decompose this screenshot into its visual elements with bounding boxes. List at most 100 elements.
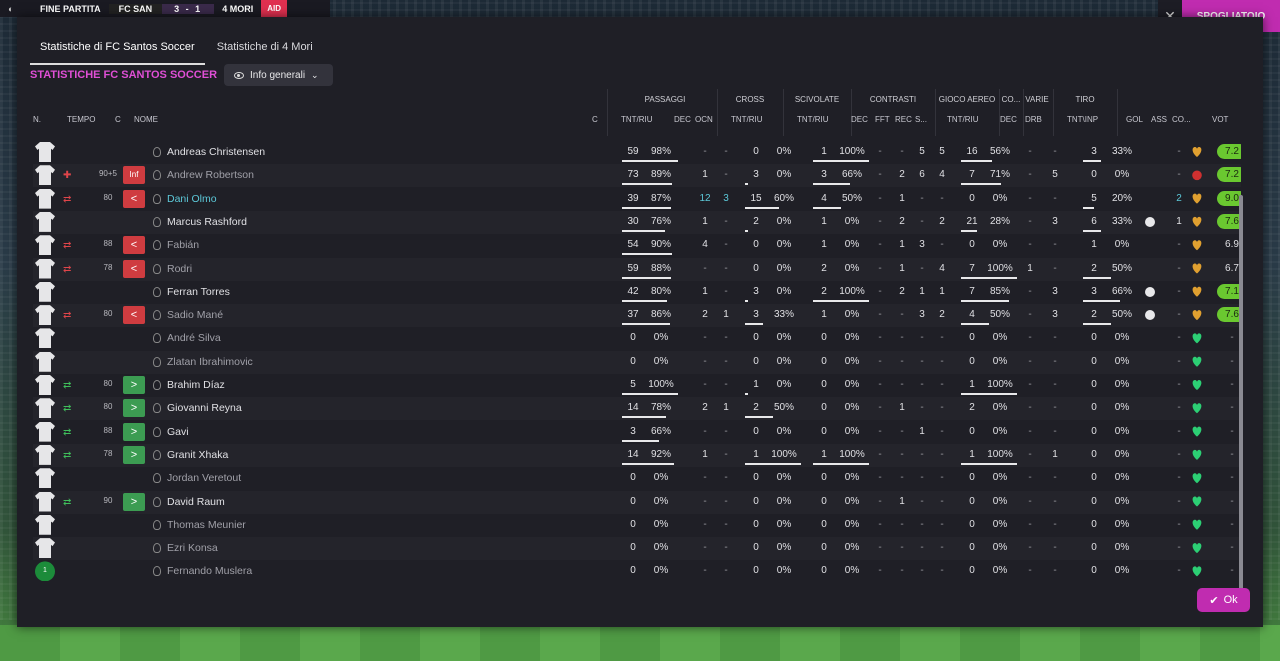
shirt-icon [35, 165, 55, 186]
table-row[interactable]: Ezri Konsa 0 0% - - 0 0% 0 0% - - - - 0 0% - - 0 0% - - [33, 537, 1241, 561]
chevron-right-icon[interactable]: > [123, 492, 145, 511]
column-header[interactable]: TNT/RIU [621, 115, 653, 124]
column-header[interactable]: TNT/RIU [947, 115, 979, 124]
stat-assists: - [1177, 146, 1181, 157]
player-name[interactable]: Ezri Konsa [167, 542, 218, 554]
player-name[interactable]: Zlatan Ibrahimovic [167, 356, 253, 368]
sub-out-icon: ⇄ [63, 310, 72, 322]
player-name[interactable]: Andrew Robertson [167, 169, 254, 181]
column-header[interactable]: CO... [1172, 115, 1191, 124]
stat-pas-pct: 0% [653, 355, 669, 367]
column-header[interactable]: DEC [674, 115, 691, 124]
table-row[interactable]: ⇄ 90 > David Raum 0 0% - - 0 0% 0 0% - 1 - - 0 0% - - 0 0% - - [33, 490, 1241, 514]
column-header[interactable]: N. [33, 115, 41, 124]
table-row[interactable]: ⇄ 80 < Dani Olmo 39 87% 12 3 15 60% 4 50% - 1 - - 0 0% - - 5… [33, 188, 1241, 211]
player-name[interactable]: David Raum [167, 496, 225, 508]
sciv-success-bar [813, 183, 850, 186]
table-row[interactable]: André Silva 0 0% - - 0 0% 0 0% - - - - 0 0% - - 0 0% - - [33, 327, 1241, 350]
table-row[interactable]: ⇄ 80 < Sadio Mané 37 86% 2 1 3 33% 1 0% - - 3 2 4 50% - 3 2 5… [33, 304, 1241, 328]
stat-pass-ocn: - [724, 285, 728, 297]
column-header[interactable]: VOT [1212, 115, 1228, 124]
player-name[interactable]: Andreas Christensen [167, 146, 265, 158]
column-header[interactable]: NOME [134, 115, 158, 124]
column-header[interactable]: GOL [1126, 115, 1143, 124]
shirt-icon [35, 514, 55, 535]
table-row[interactable]: 1 Fernando Muslera 0 0% - - 0 0% 0 0% - - - - 0 0% - - 0 0%… [33, 560, 1241, 581]
player-name[interactable]: Fabián [167, 239, 199, 251]
stat-tackle-rec: - [920, 448, 924, 460]
table-row[interactable]: Ferran Torres 42 80% 1 - 3 0% 2 100% - 2 1 1 7 85% - 3 3 6… [33, 281, 1241, 304]
table-row[interactable]: Zlatan Ibrahimovic 0 0% - - 0 0% 0 0% - - - - 0 0% - - 0 0… [33, 350, 1241, 374]
table-row[interactable]: ⇄ 78 > Granit Xhaka 14 92% 1-1 100% 1 100% - - - -1 10… [33, 443, 1241, 467]
column-header[interactable]: REC [895, 115, 912, 124]
sub-in-icon: ⇄ [63, 449, 72, 461]
player-name[interactable]: Granit Xhaka [167, 449, 228, 461]
player-name[interactable]: Dani Olmo [167, 193, 217, 205]
column-header[interactable]: TNT\INP [1067, 115, 1098, 124]
injury-badge[interactable]: Inf [123, 166, 145, 185]
table-row[interactable]: Marcus Rashford 30 76% 1 - 2 0% 1 0% - 2 - 2 21 28% - 3 6… [33, 210, 1241, 234]
stat-assists: - [1177, 355, 1181, 367]
table-row[interactable]: ✚ 90+5 Inf Andrew Robertson 73 89% 1 - 3 0% 3 66% - 2… [33, 164, 1241, 188]
column-header[interactable]: TEMPO [67, 115, 95, 124]
stat-aerial-pct: 100% [987, 448, 1013, 460]
player-name[interactable]: Fernando Muslera [167, 565, 252, 577]
table-row[interactable]: ⇄ 78 < Rodri 59 88% - - 0 0% 2 0% - 1 - 4 7 100% 1 - 2 50% - 6.… [33, 257, 1241, 281]
column-header[interactable]: TNT/RIU [731, 115, 763, 124]
stat-pass-dec: 1 [702, 215, 708, 227]
table-row[interactable]: ⇄ 88 > Gavi 3 66% - - 0 0% 0 0% - - 1 - 0 0% - - 0 0% - - [33, 421, 1241, 444]
player-name[interactable]: Giovanni Reyna [167, 402, 242, 414]
column-header[interactable]: S... [915, 115, 927, 124]
player-name[interactable]: Rodri [167, 263, 192, 275]
column-header[interactable]: FFT [875, 115, 890, 124]
stat-aerial-tnt: 0 [969, 495, 975, 507]
stat-tackle-dec: - [878, 448, 882, 460]
stat-pas-pct: 86% [650, 309, 671, 321]
stat-co-dec: - [1028, 332, 1032, 344]
player-name[interactable]: Thomas Meunier [167, 519, 246, 531]
table-row[interactable]: Jordan Veretout 0 0% - - 0 0% 0 0% - - - - 0 0% - - 0 0% - - [33, 467, 1241, 490]
table-row[interactable]: ⇄ 80 > Brahim Díaz 5 100% - - 1 0% 0 0% - - - - 1 100% - - 0… [33, 374, 1241, 397]
stat-pas-tnt: 0 [630, 355, 636, 367]
player-rating: - [1230, 332, 1234, 344]
ok-button[interactable]: ✔ Ok [1197, 588, 1250, 612]
column-header[interactable]: C [592, 115, 598, 124]
column-header[interactable]: DEC [1000, 115, 1017, 124]
stat-assists: - [1177, 565, 1181, 577]
column-header[interactable]: C [115, 115, 121, 124]
player-name[interactable]: Marcus Rashford [167, 216, 247, 228]
cross-success-bar [745, 416, 773, 419]
player-name[interactable]: Ferran Torres [167, 286, 230, 298]
table-row[interactable]: Thomas Meunier 0 0% - - 0 0% 0 0% - - - - 0 0% - - 0 0% - - [33, 514, 1241, 537]
chevron-right-icon[interactable]: > [123, 376, 145, 394]
player-name[interactable]: Jordan Veretout [167, 472, 241, 484]
view-select[interactable]: Info generali ⌄ [224, 64, 333, 86]
chevron-left-icon[interactable]: < [123, 236, 145, 255]
tab-away-stats[interactable]: Statistiche di 4 Mori [207, 35, 323, 65]
scrollbar[interactable] [1239, 195, 1243, 595]
column-header[interactable]: DRB [1025, 115, 1042, 124]
column-header[interactable]: TNT/RIU [797, 115, 829, 124]
column-header[interactable]: OCN [695, 115, 713, 124]
chevron-left-icon[interactable]: < [123, 189, 145, 208]
tab-home-stats[interactable]: Statistiche di FC Santos Soccer [30, 35, 205, 65]
table-row[interactable]: ⇄ 80 > Giovanni Reyna 14 78% 2 1 2 50% 0 0% - 1 - - 2 0% -… [33, 397, 1241, 421]
stat-shots-tnt: 0 [1091, 169, 1097, 181]
player-name[interactable]: Gavi [167, 426, 189, 438]
chevron-left-icon[interactable]: < [123, 259, 145, 278]
chevron-right-icon[interactable]: > [123, 445, 145, 464]
chevron-right-icon[interactable]: > [123, 399, 145, 418]
chevron-right-icon[interactable]: > [123, 422, 145, 441]
chevron-left-icon[interactable]: < [123, 306, 145, 325]
player-photo-icon [153, 566, 161, 577]
player-name[interactable]: André Silva [167, 332, 221, 344]
column-header[interactable]: DEC [851, 115, 868, 124]
player-name[interactable]: Sadio Mané [167, 309, 223, 321]
stat-tackle-fft: - [900, 332, 904, 344]
table-row[interactable]: ⇄ 88 < Fabián 54 90% 4 - 0 0% 1 0% - 1 3 - 0 0% - - 1 0% - 6.9 [33, 234, 1241, 257]
stat-sciv-pct: 0% [844, 542, 860, 554]
column-header[interactable]: ASS [1151, 115, 1167, 124]
stat-shots-tnt: 0 [1091, 542, 1097, 554]
player-name[interactable]: Brahim Díaz [167, 379, 225, 391]
table-row[interactable]: Andreas Christensen 59 98% - - 0 0% 1 100% - - 5 5 16… [33, 141, 1241, 164]
